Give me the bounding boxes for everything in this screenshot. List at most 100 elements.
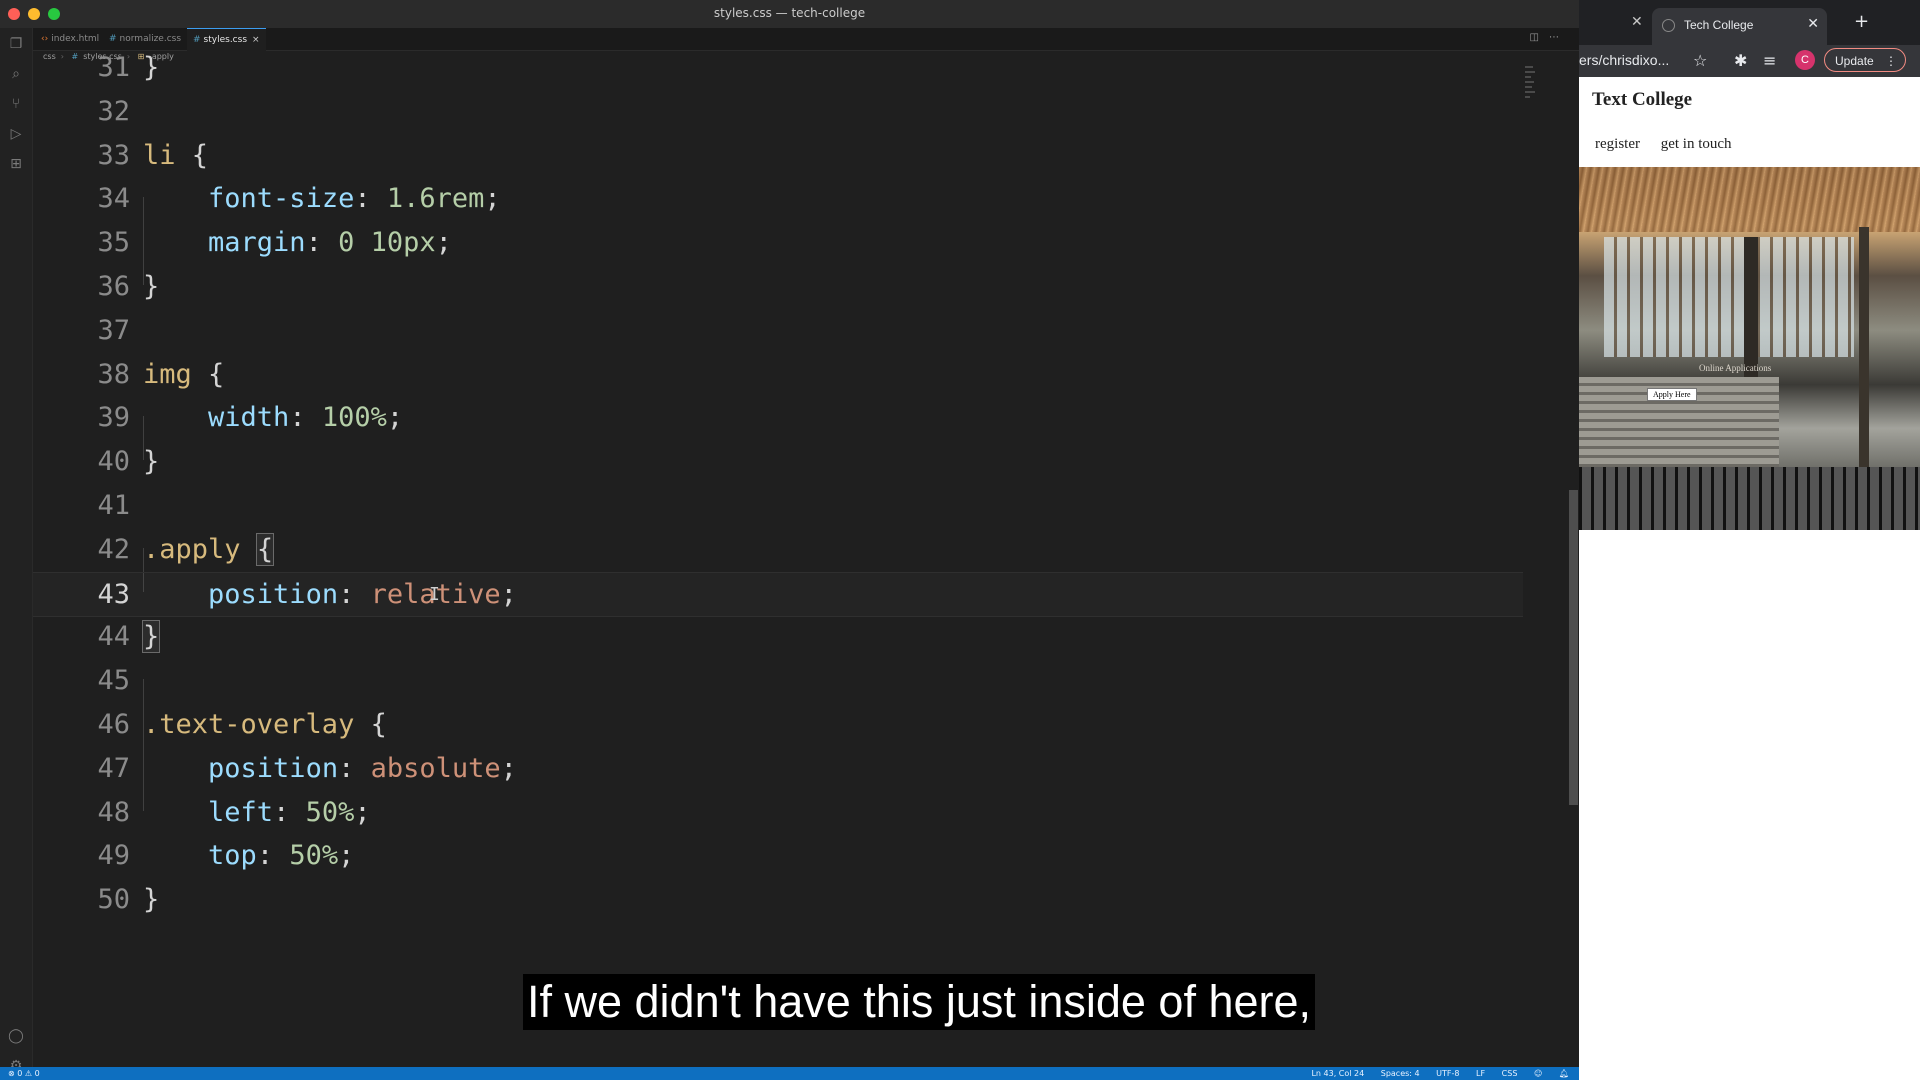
code-text: width: 100%; bbox=[143, 396, 403, 440]
line-number[interactable]: 37 bbox=[78, 309, 130, 353]
bookmark-star-icon[interactable]: ☆ bbox=[1693, 51, 1707, 70]
minimap[interactable] bbox=[1525, 66, 1537, 116]
code-token: } bbox=[143, 271, 160, 302]
problems-indicator[interactable]: ⊗ 0 ⚠ 0 bbox=[8, 1067, 40, 1080]
code-text: margin: 0 10px; bbox=[143, 221, 452, 265]
code-token: ; bbox=[386, 402, 404, 434]
code-text: } bbox=[143, 440, 159, 484]
code-text: } bbox=[141, 615, 161, 659]
line-number[interactable]: 41 bbox=[78, 484, 130, 528]
new-tab-icon[interactable]: + bbox=[1854, 11, 1869, 32]
line-number[interactable]: 35 bbox=[78, 221, 130, 265]
source-control-icon[interactable]: ⑂ bbox=[8, 96, 24, 112]
line-number[interactable]: 40 bbox=[78, 440, 130, 484]
browser-tab-title: Tech College bbox=[1684, 18, 1754, 32]
line-number[interactable]: 34 bbox=[78, 177, 130, 221]
run-debug-icon[interactable]: ▷ bbox=[8, 126, 24, 142]
nav-link-register[interactable]: register bbox=[1595, 136, 1640, 152]
cursor-position[interactable]: Ln 43, Col 24 bbox=[1311, 1069, 1364, 1078]
line-number[interactable]: 43 bbox=[78, 573, 130, 617]
line-number[interactable]: 44 bbox=[78, 615, 130, 659]
search-icon[interactable]: ⌕ bbox=[8, 66, 24, 82]
code-text: } bbox=[143, 265, 159, 309]
code-token: ; bbox=[435, 227, 452, 259]
web-page: Text College register get in touch Onlin… bbox=[1579, 77, 1920, 1080]
text-cursor-icon: I bbox=[429, 583, 440, 605]
code-text: .text-overlay { bbox=[143, 703, 387, 747]
update-button[interactable]: Update ⋮ bbox=[1824, 48, 1906, 72]
code-text: li { bbox=[143, 134, 208, 178]
code-text: } bbox=[143, 46, 159, 90]
feedback-icon[interactable]: ☺ bbox=[1534, 1069, 1542, 1078]
activity-bar: ❐ ⌕ ⑂ ▷ ⊞ ◯ ⚙ bbox=[0, 28, 33, 1074]
language-mode[interactable]: CSS bbox=[1502, 1069, 1518, 1078]
extensions-icon[interactable]: ⊞ bbox=[8, 156, 24, 172]
line-number[interactable]: 48 bbox=[78, 791, 130, 835]
address-bar[interactable]: ers/chrisdixo... bbox=[1579, 52, 1669, 68]
code-token: : bbox=[289, 402, 322, 434]
line-number[interactable]: 32 bbox=[78, 90, 130, 134]
extensions-puzzle-icon[interactable]: ✱ bbox=[1734, 51, 1747, 70]
line-number[interactable]: 46 bbox=[78, 703, 130, 747]
notifications-icon[interactable]: 🔔︎ bbox=[1559, 1069, 1569, 1078]
close-tab-icon[interactable]: ✕ bbox=[1807, 16, 1819, 32]
code-token: } bbox=[143, 52, 160, 83]
reading-list-icon[interactable]: ≡ bbox=[1763, 51, 1776, 70]
line-number[interactable]: 36 bbox=[78, 265, 130, 309]
explorer-icon[interactable]: ❐ bbox=[8, 36, 24, 52]
code-token: ; bbox=[338, 840, 355, 872]
code-token: : bbox=[338, 752, 371, 784]
line-number[interactable]: 38 bbox=[78, 353, 130, 397]
breadcrumb-folder[interactable]: css bbox=[43, 52, 56, 61]
code-token: } bbox=[143, 884, 160, 916]
close-tab-icon[interactable]: × bbox=[252, 35, 260, 45]
overlay-text: Online Applications bbox=[1699, 363, 1772, 373]
tab-label: styles.css bbox=[203, 35, 248, 45]
profile-avatar[interactable]: C bbox=[1795, 50, 1815, 70]
code-token: 0 10px bbox=[338, 227, 436, 259]
line-number[interactable]: 45 bbox=[78, 659, 130, 703]
apply-here-button[interactable]: Apply Here bbox=[1647, 388, 1697, 401]
editor-actions[interactable]: ◫⋯ bbox=[1530, 32, 1569, 43]
line-number[interactable]: 49 bbox=[78, 834, 130, 878]
line-number[interactable]: 39 bbox=[78, 396, 130, 440]
site-title: Text College bbox=[1592, 89, 1693, 110]
video-caption: If we didn't have this just inside of he… bbox=[523, 974, 1316, 1030]
encoding[interactable]: UTF-8 bbox=[1436, 1069, 1459, 1078]
close-tab-icon[interactable]: ✕ bbox=[1631, 14, 1643, 30]
browser-window: ✕ Tech College ✕ + ers/chrisdixo... ☆ ✱ … bbox=[1579, 0, 1920, 1080]
browser-tab[interactable]: Tech College ✕ bbox=[1652, 8, 1827, 45]
site-nav: register get in touch bbox=[1595, 136, 1749, 153]
end-of-line[interactable]: LF bbox=[1476, 1069, 1485, 1078]
code-token: .text-overlay bbox=[143, 709, 355, 740]
code-text: left: 50%; bbox=[143, 791, 371, 835]
code-token: : bbox=[273, 796, 306, 828]
code-token: : bbox=[338, 578, 371, 610]
nav-link-get-in-touch[interactable]: get in touch bbox=[1661, 136, 1732, 152]
line-number[interactable]: 33 bbox=[78, 134, 130, 178]
indentation[interactable]: Spaces: 4 bbox=[1381, 1069, 1420, 1078]
update-label: Update bbox=[1835, 54, 1874, 68]
account-icon[interactable]: ◯ bbox=[8, 1028, 24, 1044]
code-token: { bbox=[175, 139, 209, 171]
line-number[interactable]: 31 bbox=[78, 46, 130, 90]
code-token: { bbox=[354, 709, 387, 740]
code-token: width bbox=[208, 402, 290, 434]
line-number[interactable]: 47 bbox=[78, 747, 130, 791]
code-token: 50% bbox=[305, 796, 355, 828]
code-token: ; bbox=[500, 752, 517, 784]
vertical-scrollbar[interactable] bbox=[1569, 490, 1578, 805]
tab-styles-css[interactable]: # styles.css × bbox=[187, 28, 266, 51]
line-number[interactable]: 50 bbox=[78, 878, 130, 922]
code-line[interactable]: 43 position: relative; I bbox=[33, 571, 1523, 618]
css-file-icon: # bbox=[109, 34, 117, 44]
code-editor[interactable]: 31} 32 33 li {34 font-size: 1.6rem; 35 margi… bbox=[33, 52, 1538, 1061]
code-token: ; bbox=[484, 183, 501, 215]
line-number[interactable]: 42 bbox=[78, 528, 130, 572]
window-title: styles.css — tech-college bbox=[713, 6, 866, 20]
menu-dots-icon[interactable]: ⋮ bbox=[1885, 49, 1897, 73]
